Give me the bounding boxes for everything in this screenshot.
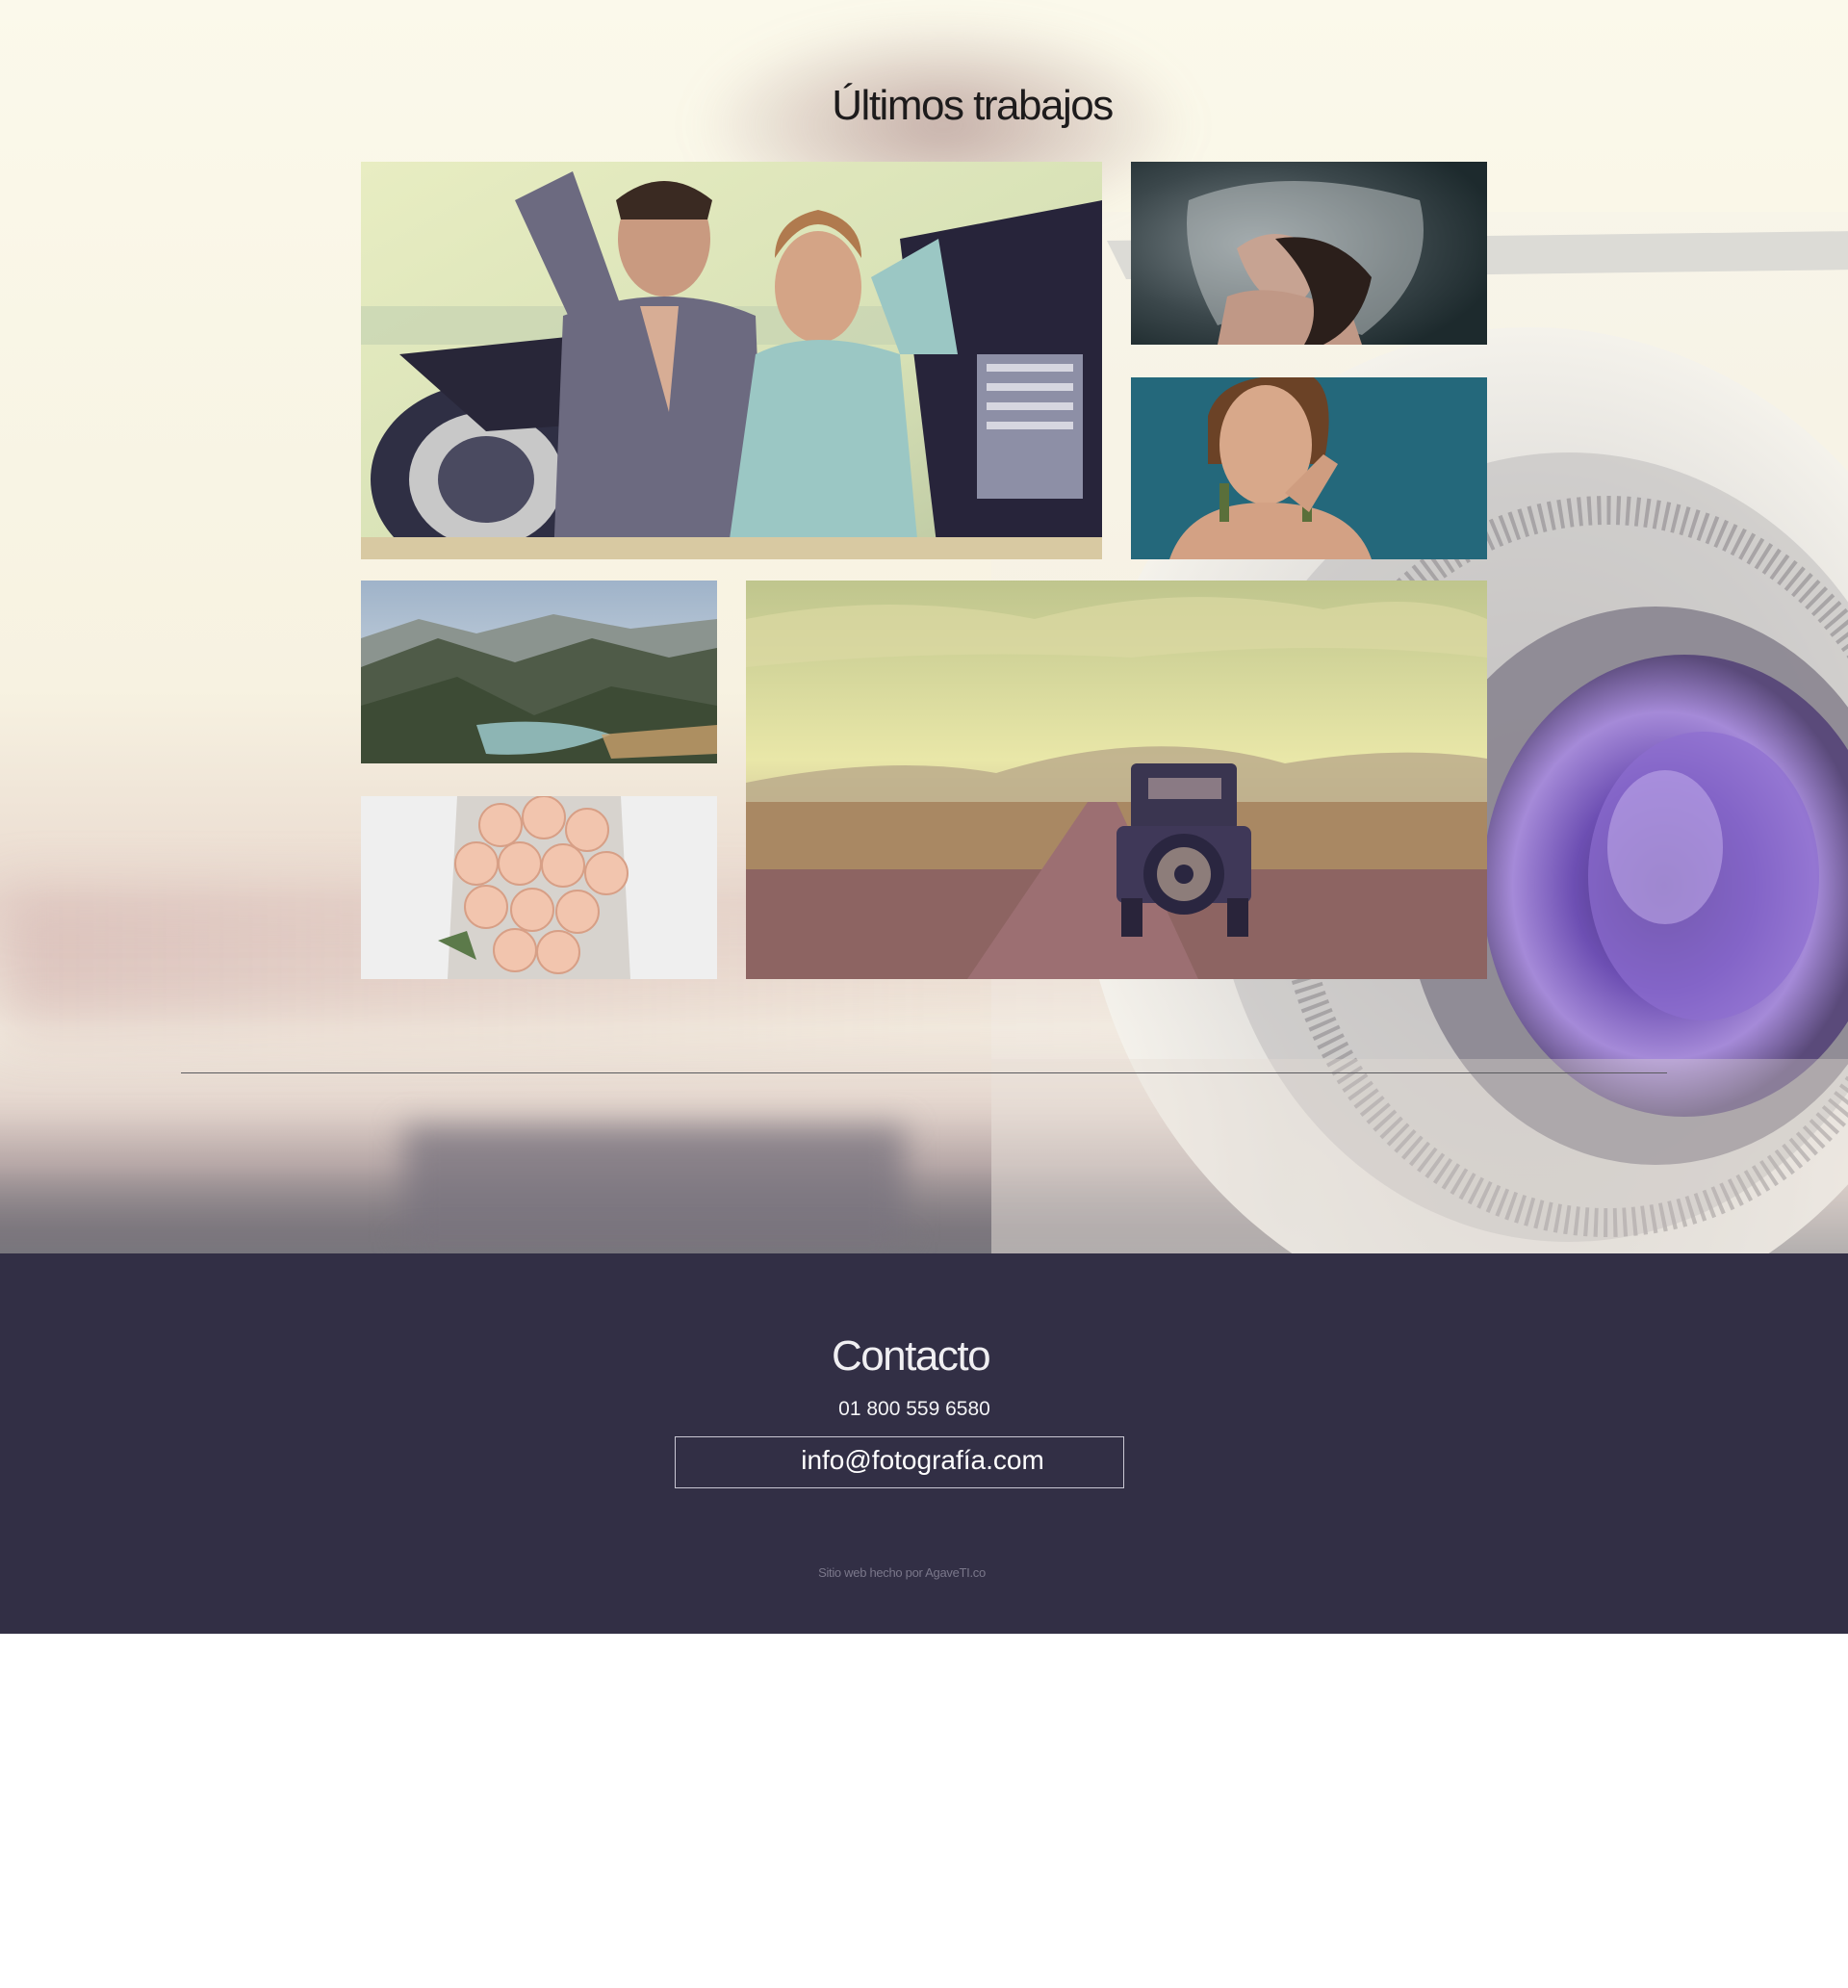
portrait-woman-photo[interactable] [1131, 377, 1487, 559]
vintage-car-road-photo[interactable] [746, 581, 1487, 979]
section-title: Últimos trabajos [832, 82, 1114, 129]
section-divider [181, 1072, 1667, 1073]
email-button[interactable]: info@fotografía.com [675, 1436, 1124, 1488]
mountain-landscape-photo[interactable] [361, 581, 717, 763]
email-label: info@fotografía.com [801, 1445, 1044, 1475]
site-credit[interactable]: Sitio web hecho por AgaveTI.co [0, 1565, 1804, 1580]
contact-phone: 01 800 559 6580 [838, 1398, 990, 1420]
background-blur [404, 1126, 905, 1242]
moto-couple-photo[interactable] [361, 162, 1102, 559]
contact-footer: Contacto 01 800 559 6580 info@fotografía… [0, 1253, 1848, 1634]
gallery-section: Últimos trabajos [0, 0, 1848, 1253]
roses-bouquet-photo[interactable] [361, 796, 717, 979]
veil-woman-photo[interactable] [1131, 162, 1487, 345]
contact-title: Contacto [831, 1332, 991, 1380]
